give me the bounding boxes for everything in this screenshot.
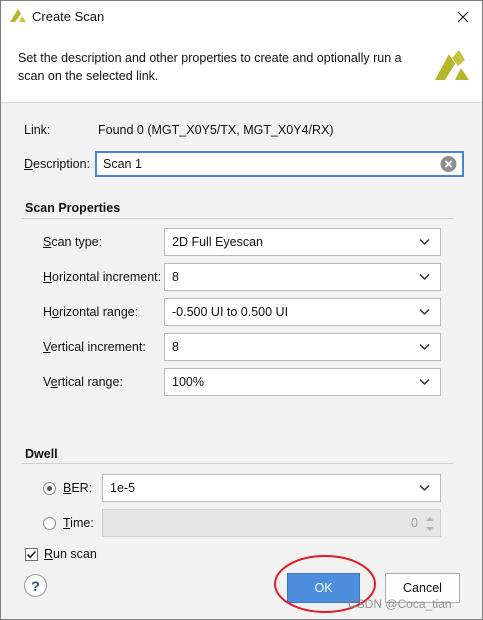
description-input[interactable]: Scan 1 <box>95 151 464 177</box>
vertical-range-select[interactable]: 100% <box>164 368 441 396</box>
time-value: 0 <box>411 516 418 530</box>
watermark-text: CSDN @Coca_tian <box>348 597 452 611</box>
vertical-increment-select[interactable]: 8 <box>164 333 441 361</box>
vivado-logo-icon <box>435 50 469 80</box>
ber-value: 1e-5 <box>110 481 136 495</box>
ber-label[interactable]: BER: <box>63 481 92 495</box>
run-scan-label[interactable]: Run scan <box>44 547 97 561</box>
time-radio[interactable] <box>43 517 56 530</box>
link-label: Link: <box>24 123 51 137</box>
dialog-header: Set the description and other properties… <box>1 32 482 103</box>
scan-type-label: Scan type: <box>43 235 103 249</box>
vertical-increment-label: Vertical increment: <box>43 340 146 354</box>
chevron-down-icon <box>419 273 430 281</box>
dwell-title: Dwell <box>25 447 58 461</box>
close-icon <box>457 11 469 22</box>
run-scan-checkbox[interactable] <box>25 548 38 561</box>
chevron-down-icon <box>419 484 430 492</box>
ber-select[interactable]: 1e-5 <box>102 474 441 502</box>
vertical-range-value: 100% <box>172 375 204 389</box>
close-button[interactable] <box>444 1 482 32</box>
window-title: Create Scan <box>32 9 105 24</box>
description-label: Description: <box>24 157 91 171</box>
help-button[interactable]: ? <box>24 574 47 597</box>
description-value: Scan 1 <box>103 157 142 171</box>
scan-properties-title: Scan Properties <box>25 201 121 215</box>
spinner-arrows-icon <box>426 517 434 531</box>
horizontal-range-value: -0.500 UI to 0.500 UI <box>172 305 289 319</box>
scan-type-select[interactable]: 2D Full Eyescan <box>164 228 441 256</box>
checkmark-icon <box>26 550 37 559</box>
horizontal-increment-value: 8 <box>172 270 179 284</box>
vertical-range-label: Vertical range: <box>43 375 123 389</box>
section-divider <box>21 218 453 219</box>
chevron-down-icon <box>419 238 430 246</box>
chevron-down-icon <box>419 378 430 386</box>
chevron-down-icon <box>419 308 430 316</box>
scan-type-value: 2D Full Eyescan <box>172 235 264 249</box>
section-divider <box>21 463 453 464</box>
horizontal-range-label: Horizontal range: <box>43 305 139 319</box>
vivado-logo-icon <box>10 9 26 22</box>
horizontal-increment-select[interactable]: 8 <box>164 263 441 291</box>
horizontal-increment-label: Horizontal increment: <box>43 270 162 284</box>
title-bar: Create Scan <box>1 1 482 32</box>
time-spinner: 0 <box>102 509 441 537</box>
radio-selected-dot <box>47 486 52 491</box>
vertical-increment-value: 8 <box>172 340 179 354</box>
create-scan-dialog: Create Scan Set the description and othe… <box>0 0 483 620</box>
ber-radio[interactable] <box>43 482 56 495</box>
clear-icon[interactable] <box>440 156 457 173</box>
time-label[interactable]: Time: <box>63 516 94 530</box>
link-value: Found 0 (MGT_X0Y5/TX, MGT_X0Y4/RX) <box>98 123 334 137</box>
header-description: Set the description and other properties… <box>18 51 402 83</box>
chevron-down-icon <box>419 343 430 351</box>
horizontal-range-select[interactable]: -0.500 UI to 0.500 UI <box>164 298 441 326</box>
